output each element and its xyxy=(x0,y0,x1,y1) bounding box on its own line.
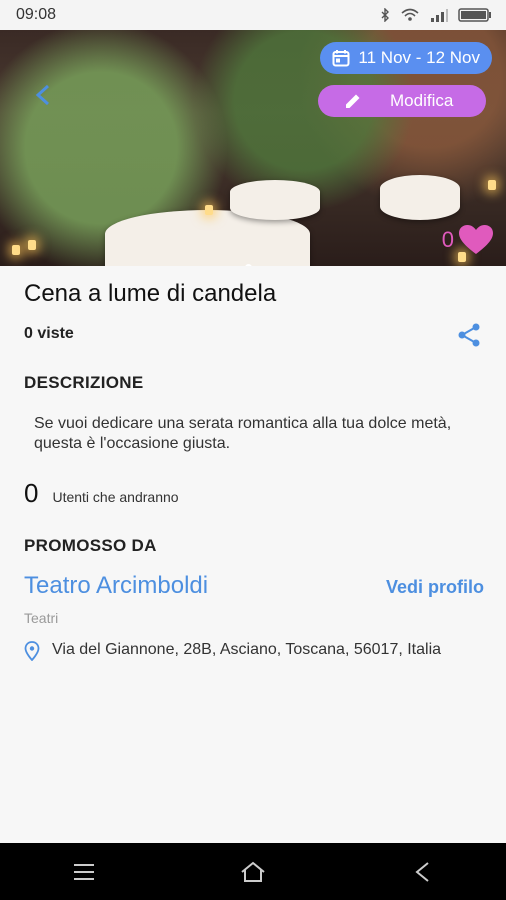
back-nav-icon xyxy=(415,861,429,882)
menu-icon xyxy=(74,863,95,880)
address-row[interactable]: Via del Giannone, 28B, Asciano, Toscana,… xyxy=(24,640,494,661)
cover-candle xyxy=(12,245,20,255)
calendar-icon xyxy=(332,50,350,67)
status-time: 09:08 xyxy=(16,6,57,23)
promoted-by-heading: PROMOSSO DA xyxy=(24,536,157,555)
view-count: 0 viste xyxy=(24,325,74,342)
home-button[interactable] xyxy=(233,852,273,892)
menu-button[interactable] xyxy=(64,852,104,892)
attendees-label: Utenti che andranno xyxy=(52,489,179,505)
system-navigation-bar xyxy=(0,843,506,900)
share-icon xyxy=(458,323,480,347)
organizer-name[interactable]: Teatro Arcimboldi xyxy=(24,572,208,600)
cover-table-2 xyxy=(230,180,320,220)
heart-icon xyxy=(459,225,493,254)
wifi-icon xyxy=(401,8,419,21)
cover-table-3 xyxy=(380,175,460,220)
edit-button[interactable]: Modifica xyxy=(318,85,486,117)
back-nav-button[interactable] xyxy=(402,852,442,892)
location-pin-icon xyxy=(24,641,40,661)
like-control[interactable]: 0 xyxy=(442,224,494,256)
share-button[interactable] xyxy=(456,322,482,353)
event-description: Se vuoi dedicare una serata romantica al… xyxy=(34,415,452,452)
home-icon xyxy=(241,861,265,882)
pencil-icon xyxy=(346,94,360,108)
bluetooth-icon xyxy=(381,8,389,22)
organizer-address: Via del Giannone, 28B, Asciano, Toscana,… xyxy=(52,641,442,658)
status-bar: 09:08 xyxy=(0,0,506,30)
attendees-count: 0 xyxy=(24,478,39,508)
organizer-category: Teatri xyxy=(24,610,59,626)
back-button[interactable] xyxy=(28,80,58,110)
signal-icon xyxy=(431,9,448,22)
cover-candle xyxy=(205,205,213,215)
view-profile-link[interactable]: Vedi profilo xyxy=(386,577,484,598)
like-count: 0 xyxy=(441,227,454,252)
date-range-text: 11 Nov - 12 Nov xyxy=(358,48,480,67)
description-heading: DESCRIZIONE xyxy=(24,373,144,392)
attendees-summary: 0 Utenti che andranno xyxy=(24,478,179,509)
date-range-chip: 11 Nov - 12 Nov xyxy=(320,42,492,74)
cover-candle xyxy=(488,180,496,190)
back-icon xyxy=(35,84,50,106)
event-title: Cena a lume di candela xyxy=(24,280,277,307)
cover-candle xyxy=(28,240,36,250)
carousel-indicator xyxy=(245,264,252,266)
status-icons xyxy=(380,8,492,22)
edit-button-label: Modifica xyxy=(390,91,454,110)
battery-icon xyxy=(458,8,491,22)
